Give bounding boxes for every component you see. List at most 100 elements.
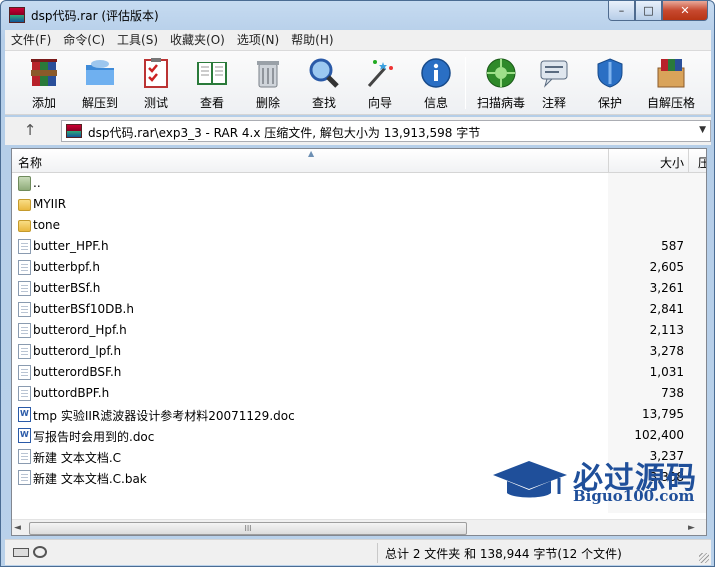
file-row[interactable]: butterord_Hpf.h 2,113 (12, 320, 706, 341)
key-icon[interactable] (33, 546, 47, 558)
file-icon (18, 470, 31, 485)
view-button[interactable]: 查看 (185, 54, 239, 112)
column-divider[interactable] (688, 149, 689, 173)
file-name: butterbpf.h (33, 260, 100, 274)
info-icon (421, 58, 451, 88)
comment-label: 注释 (541, 96, 566, 110)
file-name: tone (33, 218, 61, 232)
word-document-icon (18, 428, 31, 443)
shield-icon (597, 58, 623, 88)
file-row[interactable]: 新建 文本文档.C 3,237 (12, 446, 706, 467)
add-button[interactable]: 添加 (17, 54, 71, 112)
wizard-button[interactable]: 向导 (353, 54, 407, 112)
menu-file[interactable]: 文件(F) (5, 30, 57, 50)
protect-button[interactable]: 保护 (583, 54, 637, 112)
file-size: 2,605 (649, 260, 684, 274)
comment-button[interactable]: 注释 (527, 54, 581, 112)
menu-options[interactable]: 选项(N) (231, 30, 285, 50)
file-name: 新建 文本文档.C (33, 451, 122, 465)
file-row[interactable]: butterbpf.h 2,605 (12, 257, 706, 278)
up-arrow-icon[interactable]: ↑ (19, 121, 41, 141)
delete-button[interactable]: 删除 (241, 54, 295, 112)
find-label: 查找 (311, 96, 336, 110)
file-row[interactable]: buttordBPF.h 738 (12, 383, 706, 404)
file-size: 2,841 (649, 302, 684, 316)
folder-icon (18, 199, 31, 211)
file-name: butterBSf.h (33, 281, 101, 295)
maximize-button[interactable]: □ (635, 1, 662, 21)
file-row[interactable]: 写报告时会用到的.doc 102,400 (12, 425, 706, 446)
protect-label: 保护 (597, 96, 622, 110)
word-document-icon (18, 407, 31, 422)
info-label: 信息 (423, 96, 448, 110)
file-size: 13,795 (642, 407, 684, 421)
menu-tools[interactable]: 工具(S) (111, 30, 164, 50)
window-controls: – □ ✕ (608, 1, 708, 21)
file-name: tmp 实验IIR滤波器设计参考材料20071129.doc (33, 409, 295, 423)
list-header: 名称 ▲ 大小 压 (12, 149, 706, 173)
file-row[interactable]: 新建 文本文档.C.bak 3,308 (12, 467, 706, 488)
file-row[interactable]: butterordBSF.h 1,031 (12, 362, 706, 383)
view-label: 查看 (199, 96, 224, 110)
info-button[interactable]: 信息 (409, 54, 463, 112)
toolbar-separator (465, 57, 466, 109)
file-row[interactable]: .. (12, 173, 706, 194)
title-bar[interactable]: dsp代码.rar (评估版本) – □ ✕ (1, 1, 714, 29)
sfx-box-icon (657, 59, 685, 88)
file-row[interactable]: butterBSf10DB.h 2,841 (12, 299, 706, 320)
menu-help[interactable]: 帮助(H) (285, 30, 339, 50)
file-row[interactable]: tmp 实验IIR滤波器设计参考材料20071129.doc 13,795 (12, 404, 706, 425)
file-size: 3,308 (649, 470, 684, 484)
file-icon (18, 260, 31, 275)
column-header-size[interactable]: 大小 (612, 154, 684, 171)
horizontal-scrollbar[interactable]: ◄ III ► (12, 519, 706, 535)
path-combobox[interactable]: dsp代码.rar\exp3_3 - RAR 4.x 压缩文件, 解包大小为 1… (61, 120, 711, 142)
file-icon (18, 302, 31, 317)
menu-bar: 文件(F) 命令(C) 工具(S) 收藏夹(O) 选项(N) 帮助(H) (5, 30, 711, 51)
file-row[interactable]: butterBSf.h 3,261 (12, 278, 706, 299)
virus-scan-icon (486, 58, 516, 88)
file-list[interactable]: 名称 ▲ 大小 压 ..MYIIRtonebutter_HPF.h587butt… (11, 148, 707, 536)
magnifier-icon (309, 58, 339, 88)
path-text: dsp代码.rar\exp3_3 - RAR 4.x 压缩文件, 解包大小为 1… (88, 126, 481, 140)
archive-icon (66, 124, 82, 138)
wizard-label: 向导 (367, 96, 392, 110)
menu-commands[interactable]: 命令(C) (57, 30, 111, 50)
test-button[interactable]: 测试 (129, 54, 183, 112)
virus-scan-button[interactable]: 扫描病毒 (471, 54, 531, 112)
extract-to-button[interactable]: 解压到 (73, 54, 127, 112)
file-row[interactable]: butterord_lpf.h 3,278 (12, 341, 706, 362)
resize-grip[interactable] (699, 553, 709, 563)
file-size: 3,237 (649, 449, 684, 463)
add-label: 添加 (31, 96, 56, 110)
file-rows: .. MYIIR tone butter_HPF.h 587 butterbpf.h 2,6… (12, 173, 706, 488)
menu-favorites[interactable]: 收藏夹(O) (164, 30, 231, 50)
folder-icon (18, 220, 31, 232)
scroll-thumb[interactable]: III (29, 522, 467, 535)
find-button[interactable]: 查找 (297, 54, 351, 112)
file-row[interactable]: MYIIR (12, 194, 706, 215)
file-size: 3,278 (649, 344, 684, 358)
minimize-button[interactable]: – (608, 1, 635, 21)
column-divider[interactable] (608, 149, 609, 173)
sfx-button[interactable]: 自解压格 (639, 54, 703, 112)
file-row[interactable]: tone (12, 215, 706, 236)
scroll-left-arrow-icon[interactable]: ◄ (14, 523, 21, 533)
virus-scan-label: 扫描病毒 (476, 96, 525, 110)
trash-can-icon (257, 61, 279, 88)
file-name: .. (33, 176, 41, 190)
column-header-packed[interactable]: 压 (698, 154, 706, 171)
file-icon (18, 365, 31, 380)
file-size: 587 (661, 239, 684, 253)
scroll-right-arrow-icon[interactable]: ► (688, 523, 695, 533)
file-name: MYIIR (33, 197, 67, 211)
file-size: 2,113 (649, 323, 684, 337)
file-size: 102,400 (634, 428, 684, 442)
dropdown-arrow-icon[interactable]: ▼ (699, 125, 706, 135)
close-button[interactable]: ✕ (662, 1, 708, 21)
file-name: butterord_lpf.h (33, 344, 122, 358)
winrar-app-icon[interactable] (9, 7, 25, 23)
drive-icon[interactable] (13, 548, 29, 557)
file-row[interactable]: butter_HPF.h 587 (12, 236, 706, 257)
column-header-name[interactable]: 名称 (18, 154, 42, 171)
